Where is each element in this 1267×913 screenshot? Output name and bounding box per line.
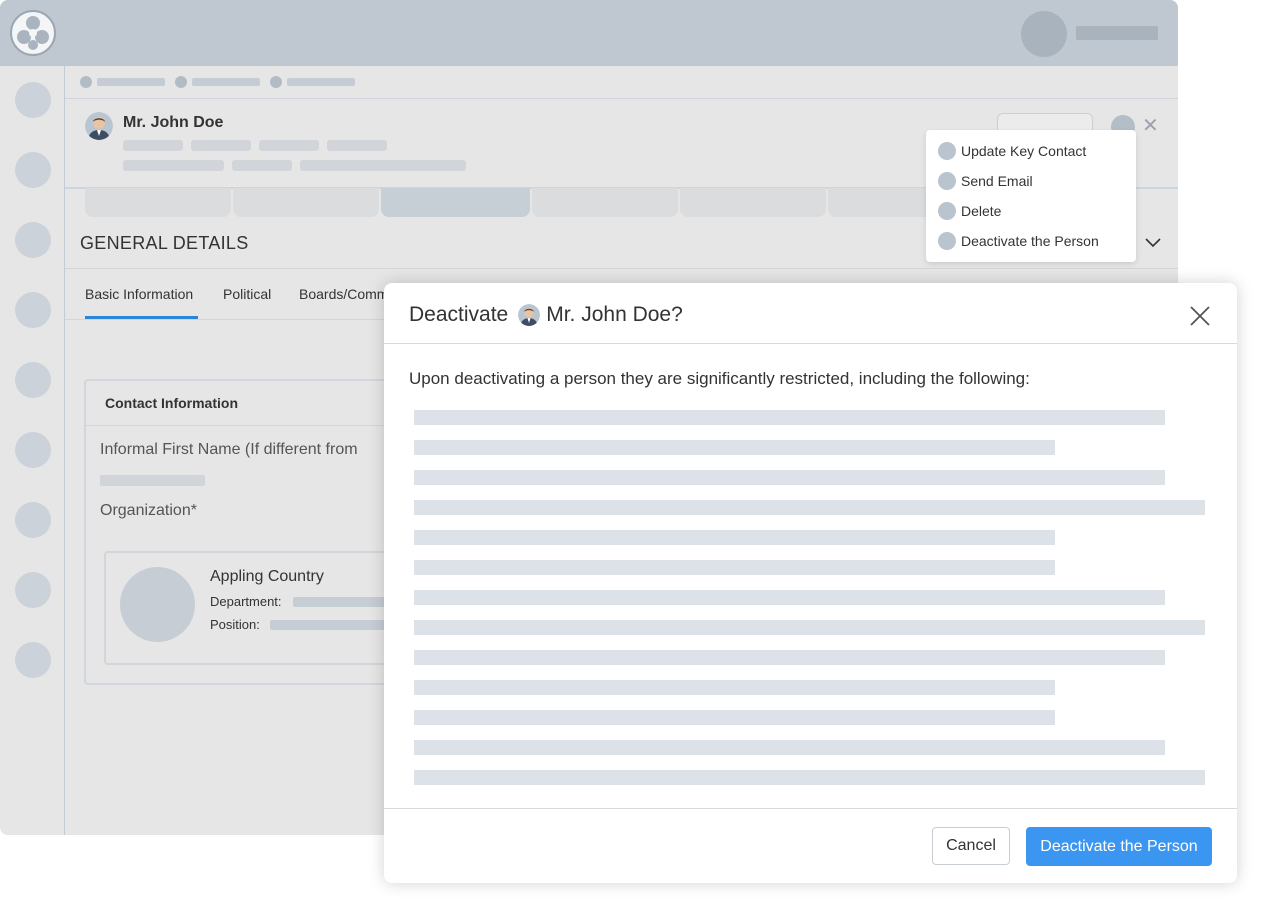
menu-item-delete[interactable]: Delete (938, 200, 1001, 222)
sidebar-item[interactable] (15, 222, 51, 258)
profile-meta-placeholder (191, 140, 251, 151)
profile-tab-active[interactable] (381, 188, 530, 217)
position-label: Position: (210, 617, 260, 632)
deactivate-dialog: Deactivate Mr. John Doe? Upon deactivati… (384, 283, 1237, 883)
menu-item-icon (938, 202, 956, 220)
sidebar-item[interactable] (15, 502, 51, 538)
breadcrumb-dot (175, 76, 187, 88)
user-avatar[interactable] (1021, 11, 1067, 57)
tab-boards[interactable]: Boards/Comm (299, 286, 388, 302)
breadcrumb (65, 66, 1178, 99)
profile-meta-placeholder (232, 160, 292, 171)
profile-tab[interactable] (680, 188, 826, 217)
app-logo-icon[interactable] (10, 10, 56, 56)
breadcrumb-item[interactable] (97, 78, 165, 86)
restriction-item-placeholder (414, 440, 1055, 455)
profile-avatar (85, 112, 113, 140)
profile-tab[interactable] (532, 188, 678, 217)
breadcrumb-dot (80, 76, 92, 88)
user-name-placeholder (1076, 26, 1158, 40)
profile-tab[interactable] (233, 188, 379, 217)
profile-meta-placeholder (327, 140, 387, 151)
organization-name: Appling Country (210, 568, 324, 585)
tab-political[interactable]: Political (223, 286, 271, 302)
sidebar-item[interactable] (15, 82, 51, 118)
chevron-down-icon[interactable] (1142, 232, 1164, 254)
informal-first-name-value (100, 475, 205, 486)
menu-item-send-email[interactable]: Send Email (938, 170, 1033, 192)
restriction-item-placeholder (414, 470, 1165, 485)
organization-logo (120, 567, 195, 642)
restriction-item-placeholder (414, 530, 1055, 545)
informal-first-name-label: Informal First Name (If different from (100, 441, 358, 458)
restriction-item-placeholder (414, 650, 1165, 665)
menu-item-icon (938, 142, 956, 160)
menu-item-label: Delete (961, 203, 1002, 219)
dialog-description: Upon deactivating a person they are sign… (409, 369, 1030, 388)
tab-basic-information[interactable]: Basic Information (85, 286, 193, 302)
restriction-item-placeholder (414, 770, 1205, 785)
dialog-title: Deactivate Mr. John Doe? (409, 303, 683, 327)
department-value (293, 597, 388, 607)
person-avatar (518, 304, 541, 326)
divider (65, 268, 1178, 269)
sidebar (0, 66, 65, 835)
divider (384, 343, 1237, 344)
sidebar-item[interactable] (15, 572, 51, 608)
sidebar-item[interactable] (15, 642, 51, 678)
dialog-title-prefix: Deactivate (409, 303, 509, 326)
profile-name: Mr. John Doe (123, 114, 224, 131)
cancel-button[interactable]: Cancel (932, 827, 1010, 865)
menu-item-icon (938, 232, 956, 250)
sidebar-item[interactable] (15, 432, 51, 468)
restriction-item-placeholder (414, 410, 1165, 425)
breadcrumb-item[interactable] (192, 78, 260, 86)
profile-meta-placeholder (259, 140, 319, 151)
breadcrumb-dot (270, 76, 282, 88)
menu-item-deactivate[interactable]: Deactivate the Person (938, 230, 1099, 252)
restriction-item-placeholder (414, 680, 1055, 695)
dialog-title-name: Mr. John Doe? (546, 303, 683, 326)
top-bar (0, 0, 1178, 66)
profile-meta-placeholder (300, 160, 466, 171)
sidebar-item[interactable] (15, 362, 51, 398)
close-icon[interactable] (1188, 304, 1212, 328)
menu-item-update-key-contact[interactable]: Update Key Contact (938, 140, 1086, 162)
sidebar-item[interactable] (15, 152, 51, 188)
organization-label: Organization* (100, 502, 197, 519)
close-icon[interactable]: ✕ (1142, 113, 1159, 138)
menu-item-label: Update Key Contact (961, 143, 1087, 159)
restriction-item-placeholder (414, 710, 1055, 725)
restriction-item-placeholder (414, 740, 1165, 755)
section-title: GENERAL DETAILS (80, 233, 249, 253)
divider (384, 808, 1237, 809)
menu-item-label: Send Email (961, 173, 1033, 189)
breadcrumb-item[interactable] (287, 78, 355, 86)
actions-dropdown-menu: Update Key Contact Send Email Delete Dea… (926, 130, 1136, 262)
restriction-item-placeholder (414, 500, 1205, 515)
divider (86, 425, 386, 426)
restriction-item-placeholder (414, 620, 1205, 635)
deactivate-confirm-button[interactable]: Deactivate the Person (1026, 827, 1212, 866)
department-label: Department: (210, 594, 282, 609)
profile-meta-placeholder (123, 140, 183, 151)
profile-meta-placeholder (123, 160, 224, 171)
position-value (270, 620, 388, 630)
profile-tab[interactable] (85, 188, 231, 217)
restriction-item-placeholder (414, 590, 1165, 605)
menu-item-icon (938, 172, 956, 190)
card-title: Contact Information (105, 395, 238, 411)
restriction-item-placeholder (414, 560, 1055, 575)
sidebar-item[interactable] (15, 292, 51, 328)
menu-item-label: Deactivate the Person (961, 233, 1099, 249)
